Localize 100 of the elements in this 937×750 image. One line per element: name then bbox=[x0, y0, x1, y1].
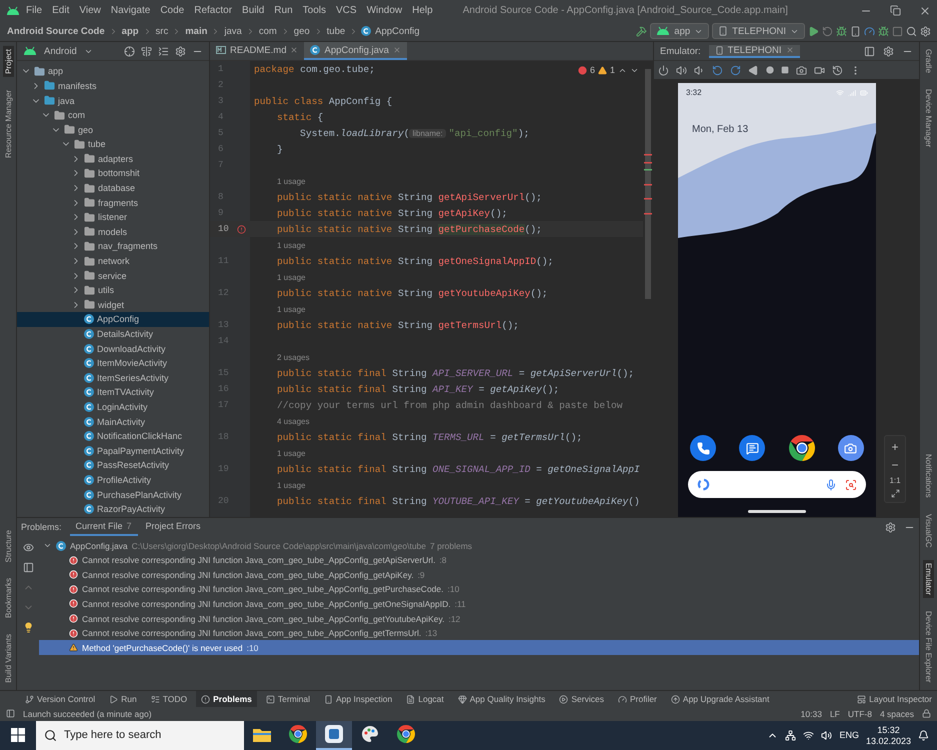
gauge-icon[interactable] bbox=[864, 26, 875, 37]
tree-item[interactable]: bottomshit bbox=[17, 166, 209, 181]
menu-item[interactable]: View bbox=[75, 5, 105, 16]
volume-down-icon[interactable] bbox=[694, 64, 705, 76]
language-indicator[interactable]: ENG bbox=[839, 730, 859, 740]
close-icon[interactable] bbox=[919, 4, 931, 17]
menu-item[interactable]: Build bbox=[238, 5, 268, 16]
rotate-right-icon[interactable] bbox=[730, 64, 741, 76]
search-icon[interactable] bbox=[906, 26, 917, 37]
browser-icon[interactable] bbox=[397, 725, 415, 744]
settings-icon[interactable] bbox=[175, 46, 186, 57]
editor-tab[interactable]: README.md bbox=[210, 42, 304, 60]
camera-app-icon[interactable] bbox=[838, 435, 864, 462]
menu-item[interactable]: Code bbox=[156, 5, 188, 16]
tool-window-button[interactable]: Logcat bbox=[401, 691, 449, 708]
tool-window-button[interactable]: Profiler bbox=[612, 691, 662, 708]
tree-item[interactable]: ItemSeriesActivity bbox=[17, 370, 209, 386]
tree-item[interactable]: tube bbox=[17, 136, 209, 152]
tool-window-tab[interactable]: Notifications bbox=[923, 451, 934, 501]
tree-item[interactable]: app bbox=[17, 64, 209, 79]
status-item[interactable]: 10:33 bbox=[800, 708, 822, 719]
breadcrumb[interactable]: tube bbox=[326, 26, 346, 37]
tool-window-tab[interactable]: Gradle bbox=[923, 46, 934, 76]
camera-icon[interactable] bbox=[796, 64, 807, 76]
zoom-button[interactable]: 1:1 bbox=[889, 476, 901, 486]
tree-item[interactable]: LoginActivity bbox=[17, 400, 209, 414]
phone-app-icon[interactable] bbox=[690, 435, 716, 462]
tree-item[interactable]: database bbox=[17, 180, 209, 196]
device-icon[interactable] bbox=[850, 26, 861, 37]
problems-tab[interactable]: Project Errors bbox=[140, 518, 207, 536]
breadcrumb[interactable]: src bbox=[154, 26, 170, 37]
tree-item[interactable]: network bbox=[17, 254, 209, 268]
warning-count[interactable]: 1 bbox=[610, 65, 615, 76]
problem-file-row[interactable]: AppConfig.java C:\Users\giorg\Desktop\Android Source Code\app\src\main\java\com\geo\tube 7 problems bbox=[39, 538, 919, 553]
problems-tab[interactable]: Current File 7 bbox=[70, 518, 138, 536]
error-icon[interactable] bbox=[237, 224, 246, 234]
messages-app-icon[interactable] bbox=[739, 435, 766, 462]
usage-hint[interactable]: 1 usage bbox=[250, 240, 306, 250]
project-view-select[interactable]: Android bbox=[43, 46, 78, 57]
tree-item[interactable]: PurchasePlanActivity bbox=[17, 487, 209, 502]
tool-window-tab[interactable]: Bookmarks bbox=[2, 575, 14, 622]
eye-icon[interactable] bbox=[22, 542, 34, 554]
zoom-button[interactable]: − bbox=[891, 458, 898, 472]
tree-item[interactable]: nav_fragments bbox=[17, 239, 209, 254]
back-icon[interactable] bbox=[748, 64, 759, 76]
problem-item[interactable]: Cannot resolve corresponding JNI function Java_com_geo_tube_AppConfig_getApiServerUrl. :8 bbox=[39, 552, 919, 568]
menu-item[interactable]: Navigate bbox=[106, 5, 154, 16]
breadcrumb[interactable]: com bbox=[258, 26, 278, 37]
run-config-select[interactable]: app bbox=[650, 23, 710, 40]
settings-icon[interactable] bbox=[885, 522, 896, 533]
menu-item[interactable]: Tools bbox=[298, 5, 330, 16]
tree-item[interactable]: MainActivity bbox=[17, 414, 209, 429]
collapse-icon[interactable] bbox=[158, 46, 169, 57]
video-icon[interactable] bbox=[814, 64, 825, 76]
tree-item[interactable]: PapalPaymentActivity bbox=[17, 443, 209, 458]
volume-up-icon[interactable] bbox=[676, 64, 687, 76]
tree-item[interactable]: PassResetActivity bbox=[17, 458, 209, 473]
power-icon[interactable] bbox=[658, 64, 669, 76]
usage-hint[interactable]: 4 usages bbox=[250, 416, 310, 426]
tool-window-tab[interactable]: Device Manager bbox=[923, 86, 934, 150]
menu-item[interactable]: Run bbox=[270, 5, 297, 16]
usage-hint[interactable]: 2 usages bbox=[250, 352, 310, 362]
clock-date[interactable]: 13.02.2023 bbox=[866, 736, 911, 746]
network-icon[interactable] bbox=[785, 730, 796, 741]
restore-icon[interactable] bbox=[890, 5, 902, 16]
problem-item[interactable]: Cannot resolve corresponding JNI function Java_com_geo_tube_AppConfig_getPurchaseCode. :10 bbox=[39, 582, 919, 597]
error-count[interactable]: 6 bbox=[590, 65, 595, 76]
breadcrumb[interactable]: app bbox=[120, 26, 140, 37]
tree-item[interactable]: com bbox=[17, 108, 209, 122]
breadcrumb[interactable]: geo bbox=[292, 26, 311, 37]
tool-window-tab[interactable]: VisualGC bbox=[923, 510, 934, 550]
problem-item[interactable]: Cannot resolve corresponding JNI function Java_com_geo_tube_AppConfig_getYoutubeApiKey. :12 bbox=[39, 611, 919, 626]
usage-hint[interactable]: 1 usage bbox=[250, 272, 306, 282]
zoom-button[interactable]: + bbox=[891, 440, 898, 454]
folder-icon[interactable] bbox=[253, 726, 271, 742]
tree-item[interactable]: NotificationClickHanc bbox=[17, 428, 209, 444]
preview-icon[interactable] bbox=[22, 562, 34, 574]
clock-time[interactable]: 15:32 bbox=[877, 724, 900, 735]
breadcrumb[interactable]: main bbox=[184, 26, 208, 37]
fit-icon[interactable] bbox=[890, 489, 900, 498]
tree-item[interactable]: fragments bbox=[17, 195, 209, 210]
volume-icon[interactable] bbox=[821, 730, 832, 741]
tree-item[interactable]: geo bbox=[17, 122, 209, 137]
bulb-icon[interactable] bbox=[22, 622, 34, 634]
search-bar[interactable] bbox=[688, 471, 866, 498]
tool-window-button[interactable]: Problems bbox=[196, 691, 257, 708]
hammer-icon[interactable] bbox=[636, 26, 648, 37]
tree-item[interactable]: models bbox=[17, 224, 209, 240]
problem-item[interactable]: Method 'getPurchaseCode()' is never used :10 bbox=[39, 640, 919, 656]
home-indicator[interactable] bbox=[748, 510, 806, 514]
tree-item[interactable]: service bbox=[17, 268, 209, 283]
menu-item[interactable]: Refactor bbox=[190, 5, 236, 16]
tool-window-tab[interactable]: Device File Explorer bbox=[923, 608, 934, 686]
run-icon[interactable] bbox=[808, 26, 819, 37]
close-icon[interactable] bbox=[290, 46, 298, 54]
status-item[interactable]: LF bbox=[830, 708, 840, 719]
tool-window-button[interactable]: TODO bbox=[146, 691, 192, 708]
phone-screen[interactable]: 3:32 Mon, Feb 13 bbox=[678, 83, 876, 518]
usage-hint[interactable]: 1 usage bbox=[250, 448, 306, 458]
tool-window-tab[interactable]: Structure bbox=[2, 526, 14, 566]
